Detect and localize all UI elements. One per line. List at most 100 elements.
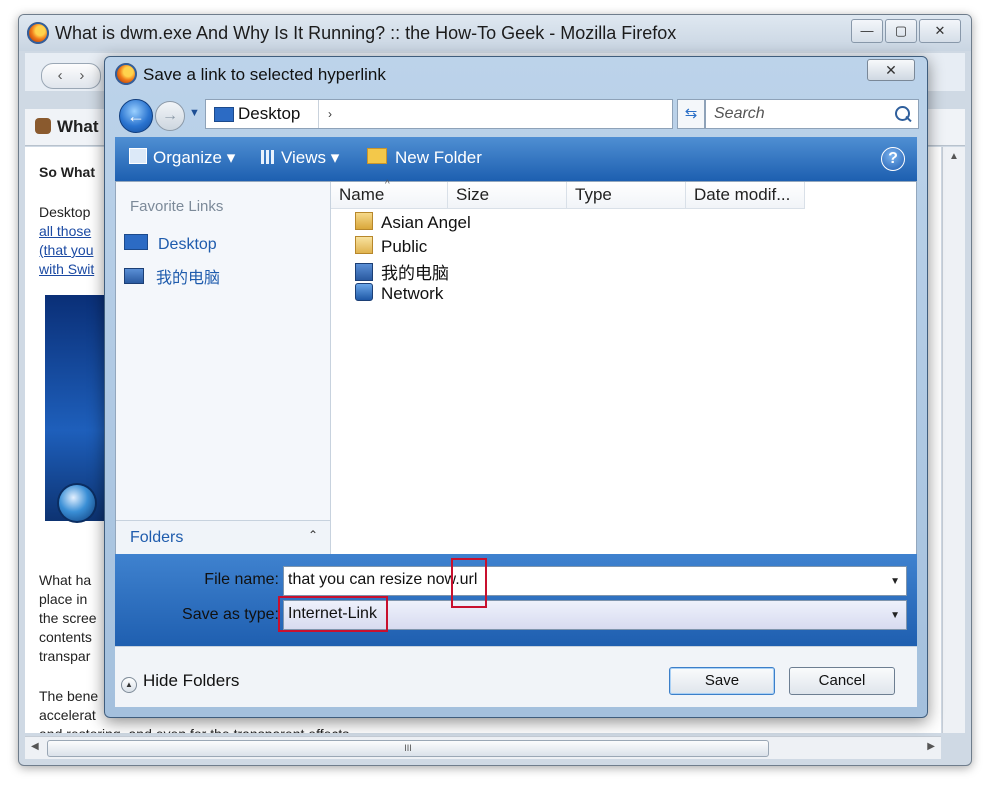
user-folder-icon [355, 212, 373, 230]
list-item[interactable]: Public [355, 236, 427, 257]
refresh-icon[interactable]: ⇆ [677, 99, 705, 129]
column-label: Name [339, 185, 385, 204]
firefox-logo-icon [115, 63, 137, 85]
content-text: What ha [39, 572, 92, 588]
firefox-titlebar: What is dwm.exe And Why Is It Running? :… [19, 15, 971, 51]
content-text: and restoring, and even for the transpar… [39, 725, 353, 733]
save-as-type-dropdown-icon[interactable]: ▼ [890, 610, 900, 621]
dialog-title: Save a link to selected hyperlink [143, 65, 386, 84]
windows-start-orb-icon [59, 485, 95, 521]
computer-icon [355, 263, 373, 281]
column-label: Size [456, 185, 490, 204]
navigation-pane: Favorite Links Desktop 我的电脑 Folders ⌃ [116, 182, 331, 555]
scroll-up-icon[interactable]: ▲ [949, 151, 959, 162]
dialog-titlebar: Save a link to selected hyperlink ✕ [105, 57, 927, 93]
horizontal-scroll-thumb[interactable]: III [47, 740, 769, 757]
save-link-dialog: Save a link to selected hyperlink ✕ ← → … [104, 56, 928, 718]
hide-folders-label: Hide Folders [143, 671, 240, 690]
content-link[interactable]: (that you [39, 241, 93, 260]
desktop-icon [214, 107, 234, 122]
scroll-right-icon[interactable]: ▶ [927, 741, 935, 752]
file-name: 我的电脑 [381, 264, 449, 283]
file-name-value: that you can resize now.url [288, 571, 478, 588]
breadcrumb-chevron-icon[interactable]: › [318, 100, 341, 128]
tab-label: What [57, 117, 99, 136]
save-button[interactable]: Save [669, 667, 775, 695]
content-link[interactable]: all those [39, 222, 91, 241]
content-text: transpar [39, 648, 91, 664]
views-icon [261, 150, 275, 164]
new-folder-label: New Folder [395, 148, 482, 167]
content-text: contents [39, 629, 92, 645]
file-name-label: File name: [204, 571, 279, 588]
content-text: the scree [39, 610, 97, 626]
hide-folders-toggle[interactable]: ▲ Hide Folders [121, 671, 239, 693]
content-link[interactable]: with Swit [39, 260, 94, 279]
column-header-type[interactable]: Type [567, 182, 686, 209]
sort-ascending-icon: ^ [385, 179, 390, 190]
organize-button[interactable]: Organize ▾ [129, 148, 235, 168]
network-icon [355, 283, 373, 301]
column-header-size[interactable]: Size [448, 182, 567, 209]
scroll-left-icon[interactable]: ◀ [31, 741, 39, 752]
address-bar-row: ← → ▼ Desktop › ▾ ⇆ Search [115, 97, 919, 133]
favorite-link-label: 我的电脑 [156, 270, 221, 287]
list-item[interactable]: Network [355, 283, 443, 304]
list-item[interactable]: 我的电脑 [355, 259, 449, 284]
recent-locations-dropdown-icon[interactable]: ▼ [189, 107, 200, 119]
file-name-dropdown-icon[interactable]: ▼ [890, 576, 900, 587]
search-input[interactable]: Search [705, 99, 919, 129]
column-header-date-modified[interactable]: Date modif... [686, 182, 805, 209]
favorite-link-label: Desktop [158, 236, 217, 253]
favorite-link-computer[interactable]: 我的电脑 [124, 264, 220, 288]
save-type-highlight [278, 596, 388, 632]
column-header-name[interactable]: Name ^ [331, 179, 448, 209]
save-as-type-label: Save as type: [182, 606, 279, 623]
vertical-scrollbar[interactable]: ▲ [942, 147, 965, 733]
collapse-chevron-icon[interactable]: ⌃ [308, 528, 318, 542]
dialog-close-button[interactable]: ✕ [867, 59, 915, 81]
new-folder-button[interactable]: New Folder [367, 148, 482, 168]
folders-bar[interactable]: Folders ⌃ [116, 520, 330, 555]
folder-icon [355, 236, 373, 254]
file-name-input[interactable]: that you can resize now.url ▼ [283, 566, 907, 596]
organize-label: Organize ▾ [153, 148, 236, 167]
horizontal-scrollbar[interactable]: ◀ III ▶ [25, 736, 941, 759]
save-fields-panel: File name: that you can resize now.url ▼… [115, 554, 917, 646]
content-heading: So What [39, 164, 95, 180]
window-controls: — ▢ ✕ [849, 19, 961, 43]
close-button[interactable]: ✕ [919, 19, 961, 43]
desktop-icon [124, 234, 148, 250]
browser-tab[interactable]: What [35, 117, 99, 137]
views-button[interactable]: Views ▾ [261, 148, 339, 168]
help-icon[interactable]: ? [881, 147, 905, 171]
file-name: Network [381, 284, 444, 303]
favorite-link-desktop[interactable]: Desktop [124, 234, 217, 254]
back-arrow-icon[interactable]: ‹ [58, 67, 63, 84]
maximize-button[interactable]: ▢ [885, 19, 917, 43]
cancel-button[interactable]: Cancel [789, 667, 895, 695]
collapse-up-icon: ▲ [121, 677, 137, 693]
column-label: Date modif... [694, 185, 791, 204]
site-favicon-icon [35, 118, 51, 134]
location-breadcrumb[interactable]: Desktop › ▾ [205, 99, 753, 129]
dialog-footer: ▲ Hide Folders Save Cancel [115, 646, 917, 707]
new-folder-icon [367, 148, 387, 164]
firefox-window-title: What is dwm.exe And Why Is It Running? :… [55, 23, 677, 43]
firefox-logo-icon [27, 22, 49, 44]
list-item[interactable]: Asian Angel [355, 212, 471, 233]
forward-arrow-icon[interactable]: › [79, 67, 84, 84]
minimize-button[interactable]: — [851, 19, 883, 43]
back-arrow-icon[interactable]: ← [119, 99, 153, 133]
folders-label[interactable]: Folders [130, 529, 183, 547]
search-icon[interactable] [895, 106, 910, 121]
computer-icon [124, 268, 144, 284]
file-list: Name ^ Size Type Date modif... Asian Ang… [331, 179, 916, 555]
dialog-toolbar: Organize ▾ Views ▾ New Folder ? [115, 137, 917, 181]
forward-arrow-icon[interactable]: → [155, 101, 185, 131]
back-forward-buttons[interactable]: ‹ › [41, 63, 101, 89]
views-label: Views ▾ [281, 148, 340, 167]
content-text: place in [39, 591, 88, 607]
location-desktop[interactable]: Desktop [238, 104, 300, 124]
content-text: The bene [39, 688, 99, 704]
